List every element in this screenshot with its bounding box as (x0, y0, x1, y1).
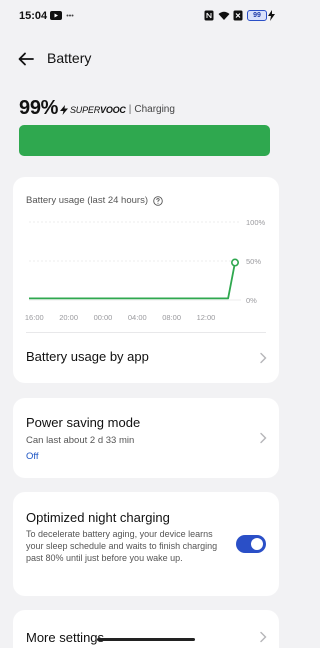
chevron-right-icon (260, 352, 267, 364)
charging-bolt-icon (268, 10, 275, 21)
more-settings-card[interactable]: More settings (13, 610, 279, 648)
x-tick-label: 12:00 (197, 313, 216, 322)
signal-x-icon (233, 10, 243, 21)
x-tick-label: 16:00 (25, 313, 44, 322)
x-tick-label: 00:00 (94, 313, 113, 322)
usage-by-app-row[interactable]: Battery usage by app (13, 333, 279, 383)
power-saving-title: Power saving mode (26, 415, 141, 430)
battery-usage-chart: 100% 50% 0% 16:00 20:00 00:00 04:00 08:00 12:00 (25, 218, 266, 322)
help-icon[interactable] (153, 195, 163, 206)
chevron-right-icon (260, 432, 267, 444)
usage-title: Battery usage (last 24 hours) (26, 195, 148, 206)
usage-header: Battery usage (last 24 hours) (26, 195, 163, 206)
supervooc-logo: SUPERVOOC (70, 104, 126, 115)
bolt-icon (60, 104, 68, 115)
x-tick-label: 08:00 (162, 313, 181, 322)
power-saving-card[interactable]: Power saving mode Can last about 2 d 33 … (13, 398, 279, 478)
toggle-knob (251, 538, 263, 550)
y-tick-label: 50% (246, 257, 261, 266)
battery-icon: 99 (247, 10, 267, 21)
y-tick-label: 100% (246, 218, 266, 227)
night-charging-description: To decelerate battery aging, your device… (26, 529, 218, 563)
power-saving-state: Off (26, 451, 39, 462)
separator: | (128, 104, 132, 115)
charge-info: SUPERVOOC | Charging (60, 104, 175, 115)
night-charging-card: Optimized night charging To decelerate b… (13, 492, 279, 596)
nfc-icon (204, 10, 214, 21)
battery-level-text: 99 (253, 12, 261, 19)
x-tick-label: 04:00 (128, 313, 147, 322)
charging-status: Charging (134, 104, 175, 115)
status-bar: 15:04 99 (0, 0, 292, 34)
night-charging-title: Optimized night charging (26, 510, 170, 525)
usage-by-app-label: Battery usage by app (26, 349, 149, 364)
power-saving-subtitle: Can last about 2 d 33 min (26, 435, 135, 446)
battery-usage-card: Battery usage (last 24 hours) 100% 50% 0% 1… (13, 177, 279, 383)
x-tick-label: 20:00 (59, 313, 78, 322)
more-settings-label: More settings (26, 630, 105, 645)
home-indicator[interactable] (97, 638, 195, 641)
usage-line (29, 262, 236, 300)
more-dots-icon (66, 14, 74, 17)
battery-percent: 99% (19, 97, 59, 119)
youtube-icon (50, 11, 62, 20)
chevron-right-icon (260, 631, 267, 643)
wifi-icon (218, 11, 230, 20)
back-arrow-icon[interactable] (14, 46, 40, 72)
current-level-point (231, 258, 240, 267)
status-time: 15:04 (19, 10, 48, 22)
battery-level-bar (19, 125, 270, 156)
page-title: Battery (47, 50, 92, 66)
night-charging-toggle[interactable] (236, 535, 266, 553)
y-tick-label: 0% (246, 296, 257, 305)
